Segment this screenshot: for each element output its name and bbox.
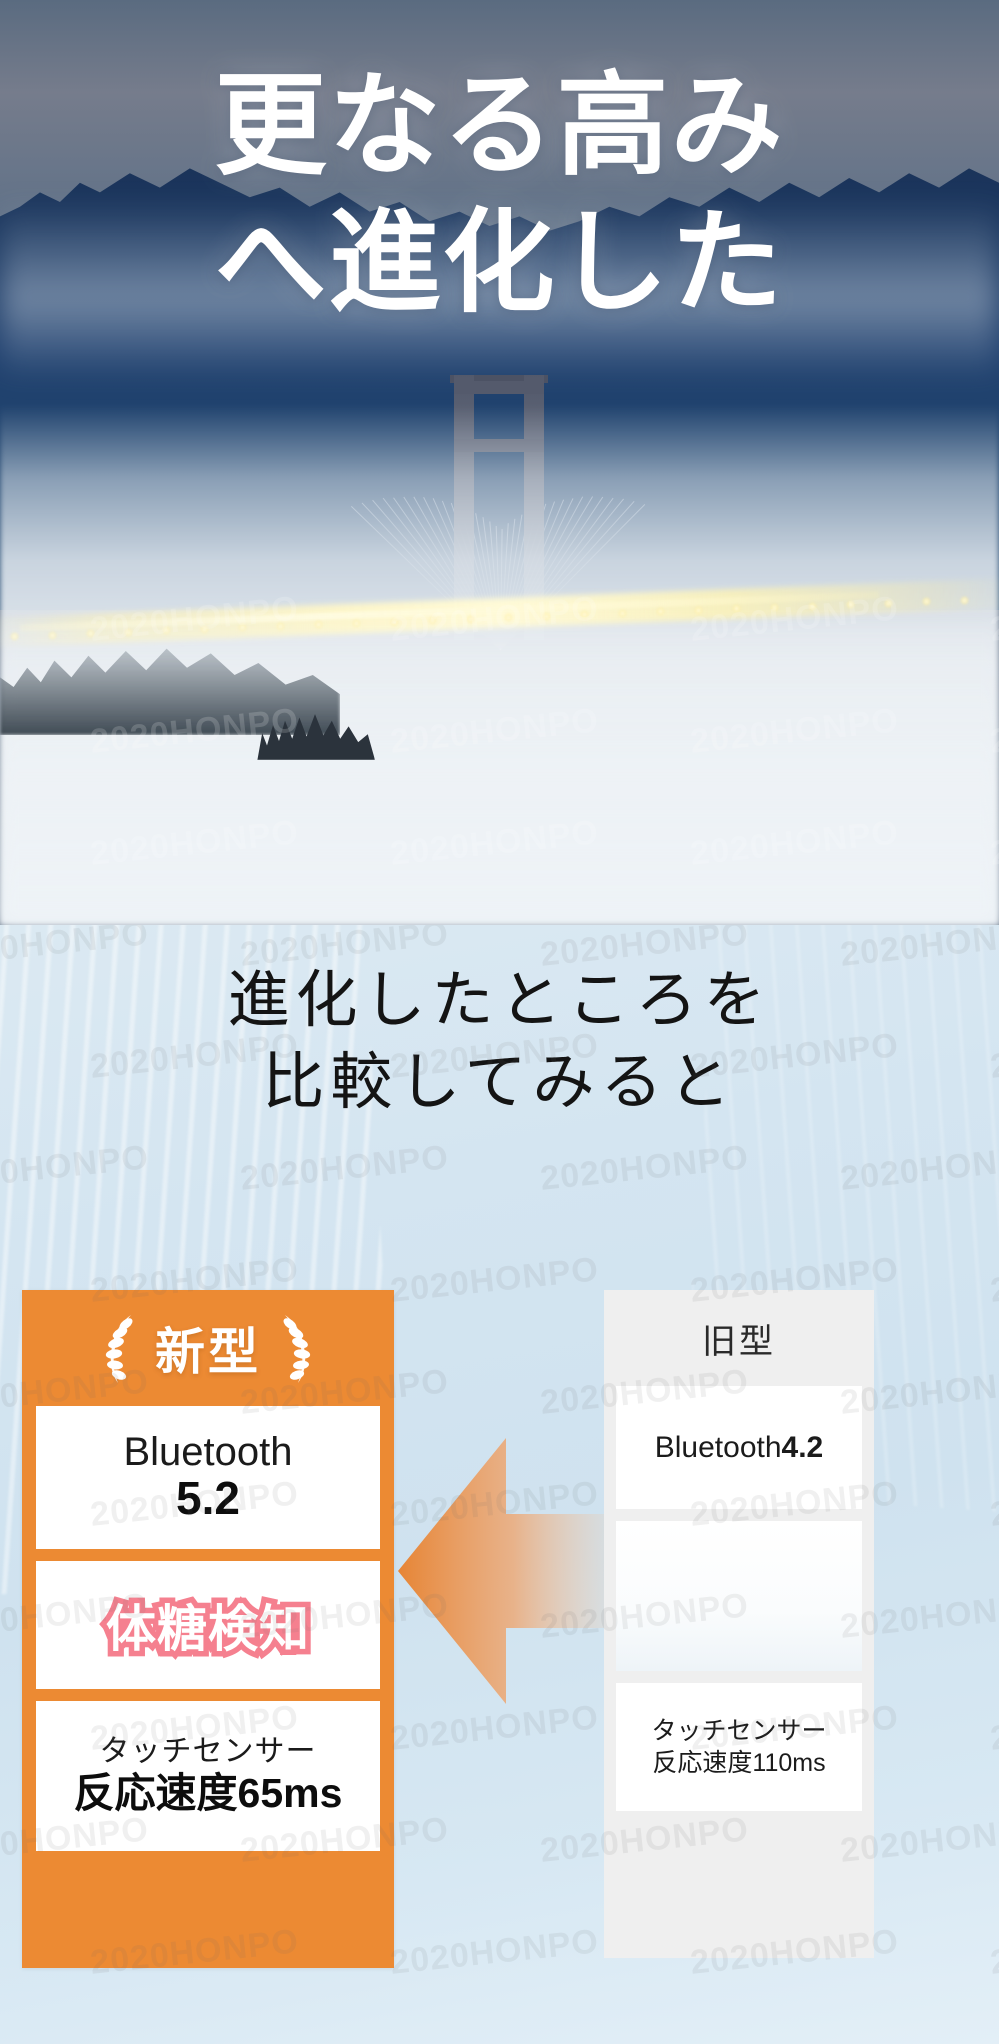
- left-arrow-icon: [398, 1406, 608, 1736]
- old-model-card: 旧型 Bluetooth4.2 タッチセンサー 反応速度110ms: [604, 1290, 874, 1958]
- old-spec-bluetooth: Bluetooth4.2: [616, 1386, 862, 1509]
- hero-title-line1: 更なる高み: [214, 63, 785, 188]
- laurel-wreath-icon-right: [283, 1315, 311, 1383]
- new-model-label: 新型: [155, 1324, 261, 1380]
- new-touch-label: タッチセンサー: [99, 1734, 317, 1768]
- new-bluetooth-value: 5.2: [176, 1471, 240, 1524]
- hero-title-line2: へ進化した: [214, 199, 785, 325]
- comparison-section: 進化したところを 比較してみると 2020HONPO 2020HONPO 2020H…: [0, 925, 999, 2044]
- hero-banner: 更なる高み へ進化した 2020HONPO2020HONPO2020HONPO2…: [0, 0, 999, 925]
- new-bluetooth-label: Bluetooth: [123, 1429, 293, 1474]
- old-bluetooth-label: Bluetooth: [654, 1430, 782, 1464]
- section-title-line2: 比較してみると: [262, 1048, 737, 1118]
- new-model-header: 新型: [22, 1290, 394, 1406]
- hero-title: 更なる高み へ進化した: [0, 58, 999, 331]
- new-spec-touch: タッチセンサー 反応速度65ms: [36, 1701, 380, 1851]
- old-spec-touch: タッチセンサー 反応速度110ms: [616, 1683, 862, 1811]
- old-model-header: 旧型: [604, 1290, 874, 1386]
- old-bluetooth-value: 4.2: [781, 1430, 824, 1464]
- tower-crossbeam-top: [454, 381, 544, 394]
- old-spec-empty: [616, 1521, 862, 1671]
- old-touch-value: 反応速度110ms: [652, 1749, 826, 1777]
- old-touch-label: タッチセンサー: [651, 1716, 827, 1745]
- new-spec-highlight: 体糖検知: [36, 1561, 380, 1689]
- new-spec-bluetooth: Bluetooth 5.2: [36, 1406, 380, 1549]
- new-highlight-text: 体糖検知: [101, 1596, 315, 1663]
- product-detail-page: 更なる高み へ進化した 2020HONPO2020HONPO2020HONPO2…: [0, 0, 999, 2044]
- old-bluetooth-row: Bluetooth4.2: [655, 1431, 824, 1465]
- laurel-wreath-icon: [105, 1315, 133, 1383]
- new-model-card: 新型 Bluetooth 5.2 体糖検知 タッチセンサー 反応速度65ms: [22, 1290, 394, 1968]
- old-model-label: 旧型: [702, 1322, 776, 1361]
- section-title: 進化したところを 比較してみると: [0, 960, 999, 1125]
- new-touch-value: 反応速度65ms: [73, 1770, 343, 1817]
- section-title-line1: 進化したところを: [227, 966, 772, 1035]
- comparison-cards: 新型 Bluetooth 5.2 体糖検知 タッチセンサー 反応速度65ms 旧…: [0, 1290, 999, 1990]
